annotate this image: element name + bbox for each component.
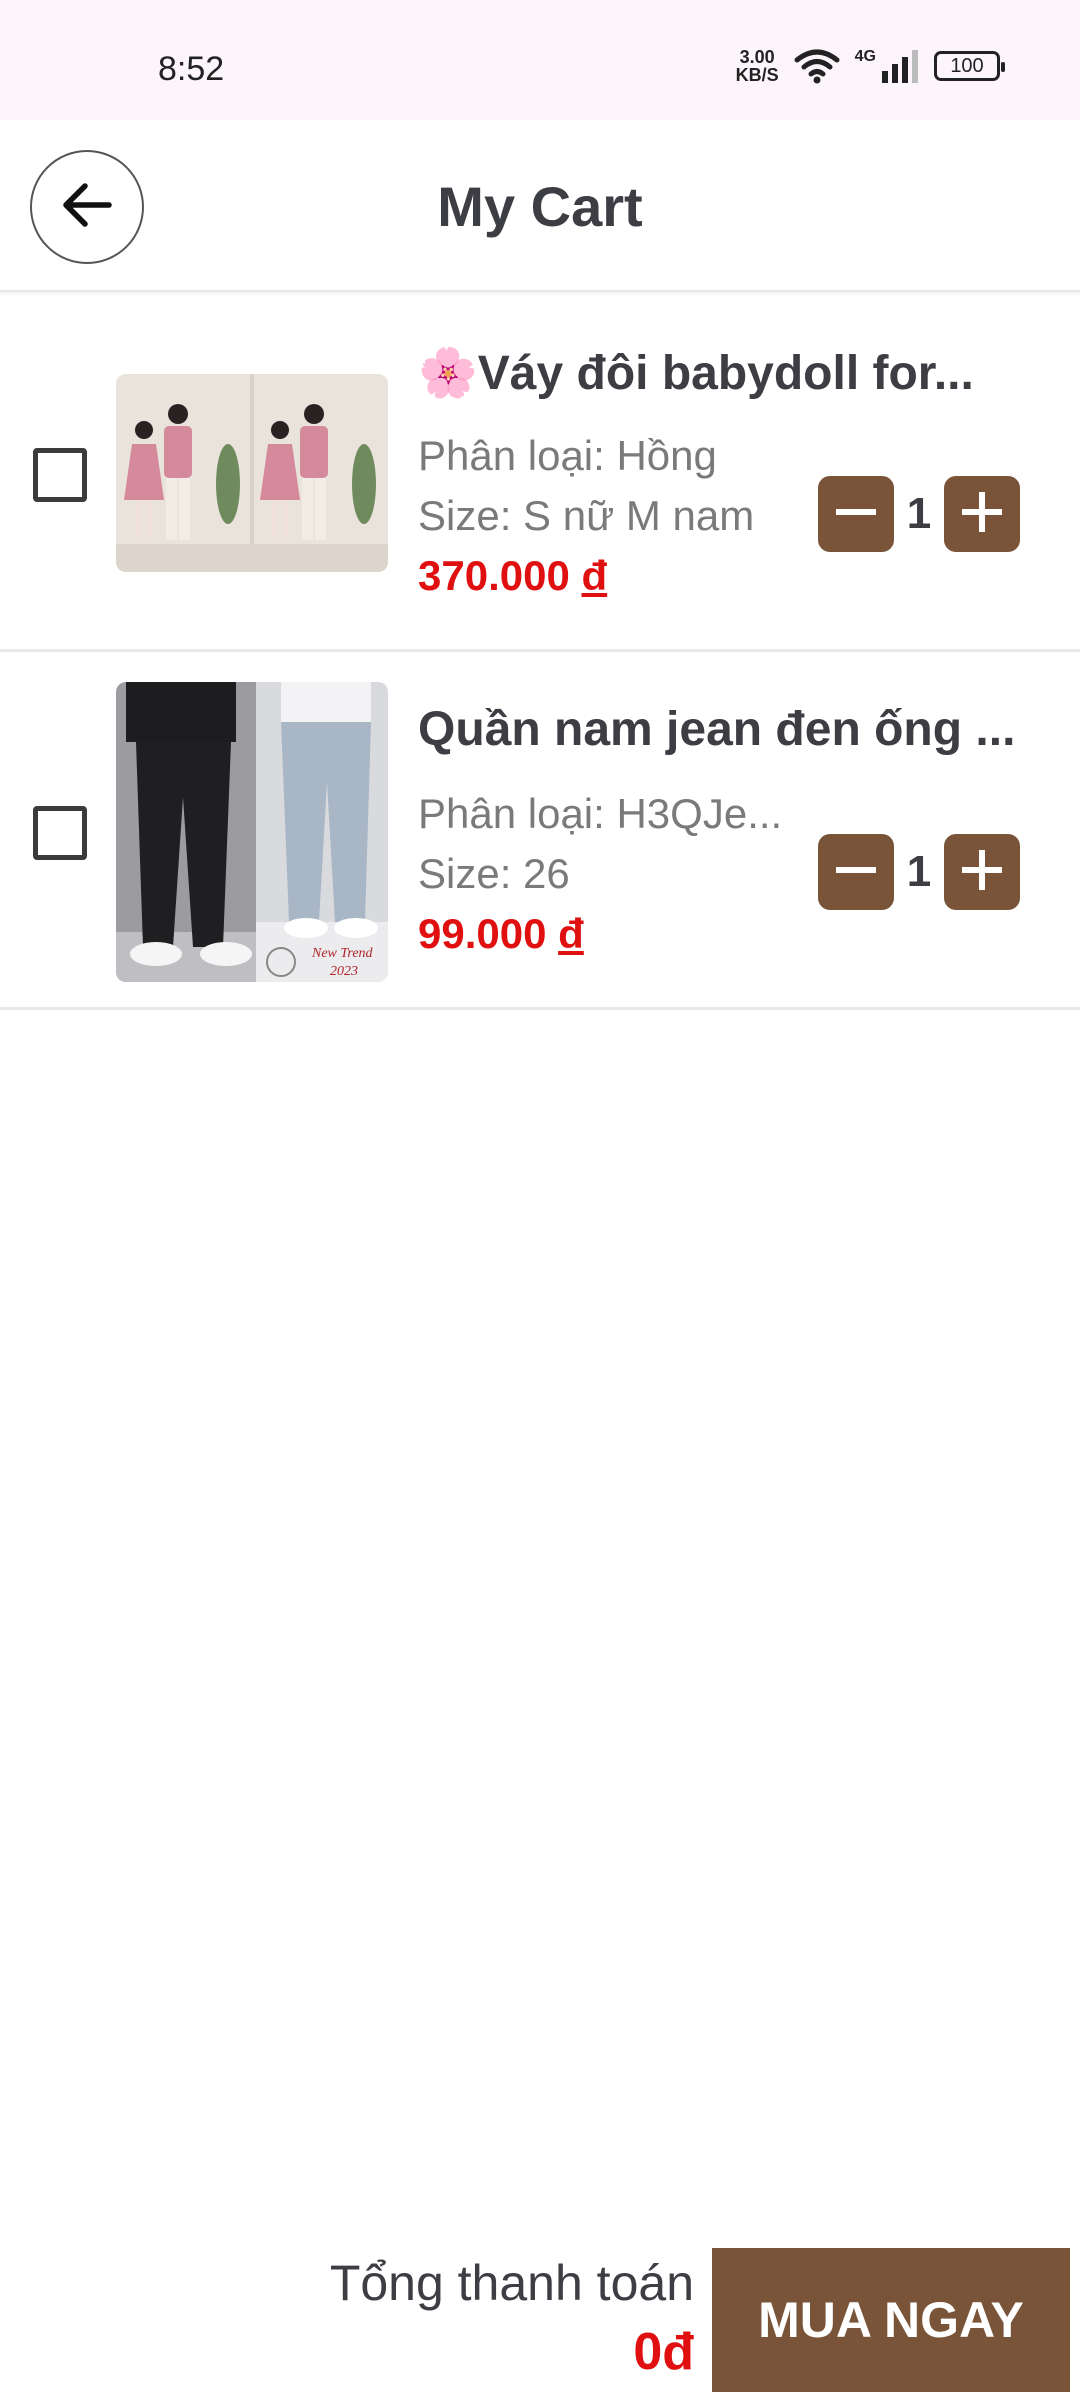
plus-icon	[960, 490, 1004, 539]
item-price-currency: đ	[558, 910, 584, 957]
status-time: 8:52	[158, 50, 225, 88]
product-image-jeans[interactable]: New Trend 2023	[116, 682, 388, 982]
quantity-value: 1	[906, 489, 932, 538]
decrease-quantity-button[interactable]	[818, 834, 894, 910]
minus-icon	[834, 490, 878, 539]
battery-icon: 100	[934, 51, 1005, 81]
network-speed: 3.00 KB/S	[736, 48, 779, 84]
wifi-icon	[793, 48, 841, 84]
decrease-quantity-button[interactable]	[818, 476, 894, 552]
status-icons: 3.00 KB/S 4G 100	[736, 48, 1005, 84]
quantity-stepper: 1	[818, 834, 1020, 910]
signal-icon	[880, 49, 920, 83]
item-price-currency: đ	[581, 552, 608, 599]
cart-list: 🌸Váy đôi babydoll for... Phân loại: Hồng…	[0, 294, 1080, 1010]
status-bar: 8:52 3.00 KB/S 4G 100	[0, 0, 1080, 120]
product-image-dress[interactable]	[116, 374, 388, 572]
item-variant: Phân loại: H3QJe...	[418, 790, 783, 837]
page-title: My Cart	[437, 175, 643, 238]
battery-level: 100	[950, 54, 984, 77]
cart-item: 🌸Váy đôi babydoll for... Phân loại: Hồng…	[0, 294, 1080, 652]
quantity-value: 1	[906, 847, 932, 896]
image-caption-line1: New Trend	[311, 946, 374, 961]
item-size: Size: S nữ M nam	[418, 492, 755, 539]
item-variant: Phân loại: Hồng	[418, 432, 717, 479]
item-price: 99.000 đ	[418, 910, 584, 958]
item-checkbox[interactable]	[33, 448, 87, 502]
item-checkbox[interactable]	[33, 806, 87, 860]
cart-item: New Trend 2023 Quần nam jean đen ống ...…	[0, 652, 1080, 1010]
item-price-value: 99.000	[418, 910, 559, 957]
item-price: 370.000 đ	[418, 552, 607, 600]
item-title[interactable]: 🌸Váy đôi babydoll for...	[418, 344, 1030, 401]
item-price-value: 370.000	[418, 552, 582, 599]
network-speed-unit: KB/S	[735, 65, 779, 85]
total-value: 0đ	[633, 2323, 694, 2381]
buy-now-button[interactable]: MUA NGAY	[712, 2248, 1070, 2392]
plus-icon	[960, 848, 1004, 897]
increase-quantity-button[interactable]	[944, 476, 1020, 552]
app-header: My Cart	[0, 120, 1080, 292]
network-speed-value: 3.00	[739, 47, 775, 67]
minus-icon	[834, 848, 878, 897]
quantity-stepper: 1	[818, 476, 1020, 552]
image-caption-line2: 2023	[330, 964, 358, 979]
total-label: Tổng thanh toán	[329, 2255, 694, 2311]
item-size: Size: 26	[418, 850, 570, 897]
increase-quantity-button[interactable]	[944, 834, 1020, 910]
item-title[interactable]: Quần nam jean đen ống ...	[418, 702, 1030, 757]
network-type-label: 4G	[854, 48, 876, 65]
